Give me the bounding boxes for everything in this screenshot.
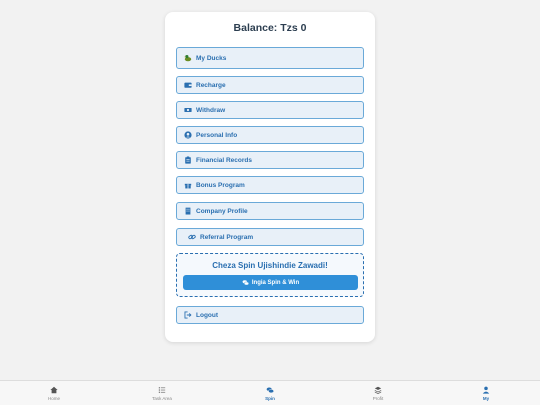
balance-display: Balance: Tzs 0 [233,22,307,34]
bonus-program-label: Bonus Program [196,181,245,189]
nav-home[interactable]: Home [0,381,108,405]
nav-my-label: My [482,395,490,401]
nav-spin-label: Spin [265,395,275,401]
nav-my[interactable]: My [432,381,540,405]
nav-task-area[interactable]: Task Area [108,381,216,405]
financial-records-label: Financial Records [196,156,252,164]
wallet-icon [183,81,192,90]
nav-home-label: Home [47,395,60,401]
duck-icon [183,54,192,63]
logout-label: Logout [196,311,219,319]
logout-button[interactable]: Logout [176,306,364,324]
nav-profit-label: Profit [372,395,384,401]
nav-spin[interactable]: Spin [216,381,324,405]
recharge-label: Recharge [196,81,226,89]
financial-records-button[interactable]: Financial Records [176,151,364,169]
withdraw-button[interactable]: Withdraw [176,101,364,119]
bonus-program-button[interactable]: Bonus Program [176,176,364,194]
recharge-button[interactable]: Recharge [176,76,364,94]
home-icon [50,386,58,393]
referral-program-button[interactable]: Referral Program [176,228,364,246]
bottom-nav: Home Task Area Spin Profit My [0,380,540,405]
clipboard-icon [183,156,192,165]
coins-icon [242,280,249,286]
spin-promo: Cheza Spin Ujishindie Zawadi! Ingia Spin… [176,253,364,297]
company-profile-button[interactable]: Company Profile [176,202,364,220]
my-ducks-label: My Ducks [196,54,227,62]
nav-profit[interactable]: Profit [324,381,432,405]
gift-icon [183,181,192,190]
money-bill-icon [183,106,192,115]
list-icon [158,386,166,393]
spin-title: Cheza Spin Ujishindie Zawadi! [212,261,328,270]
spin-win-label: Ingia Spin & Win [251,279,300,286]
personal-info-button[interactable]: Personal Info [176,126,364,144]
company-profile-label: Company Profile [196,207,248,215]
coins-icon [266,386,274,393]
personal-info-label: Personal Info [196,131,238,139]
withdraw-label: Withdraw [196,106,226,114]
my-ducks-button[interactable]: My Ducks [176,47,364,69]
sign-out-icon [183,311,192,320]
spin-win-button[interactable]: Ingia Spin & Win [183,275,358,290]
nav-task-area-label: Task Area [152,395,172,401]
layers-icon [374,386,382,394]
user-icon [482,386,490,394]
building-icon [183,207,192,216]
referral-program-label: Referral Program [200,233,254,241]
link-icon [187,233,196,242]
user-circle-icon [183,131,192,140]
account-card: Balance: Tzs 0 My Ducks Recharge Withdra… [165,12,375,342]
